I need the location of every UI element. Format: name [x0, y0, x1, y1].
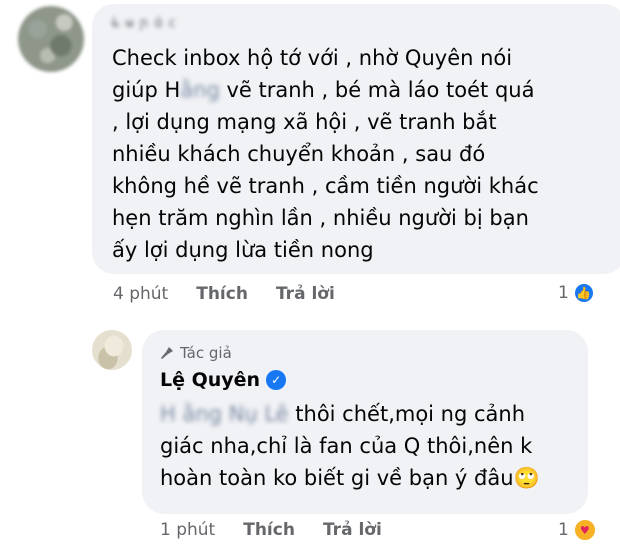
- reaction-summary[interactable]: 1 ♥: [558, 518, 597, 542]
- eye-roll-emoji: 🙄: [513, 466, 540, 490]
- reply-button[interactable]: Trả lời: [276, 284, 335, 304]
- author-badge: Tác giả: [160, 344, 232, 362]
- reply-author: Lệ Quyên ✓: [160, 369, 287, 391]
- comment-line: giúp Hằng vẽ tranh , bé mà láo toét quá: [112, 74, 612, 106]
- reply-author-name[interactable]: Lệ Quyên: [160, 369, 260, 391]
- text-segment: vẽ tranh , bé mà láo toét quá: [219, 78, 535, 102]
- comment-line: giác nha,chỉ là fan của Q thôi,nên k: [160, 434, 533, 458]
- care-icon: ♥: [572, 518, 597, 542]
- text-segment: giúp H: [112, 78, 181, 102]
- comment-text: Check inbox hộ tớ với , nhờ Quyên nói gi…: [112, 42, 612, 266]
- comment-author-name[interactable]: L̶ u̶ ɲ ɑ́ c: [112, 16, 177, 31]
- reply-button[interactable]: Trả lời: [323, 520, 382, 540]
- reply-actions: 1 phút Thích Trả lời: [160, 520, 410, 540]
- comment-line: H ằng Nụ Lê thôi chết,mọi ng cảnh: [160, 398, 580, 430]
- author-tag-label: Tác giả: [180, 344, 232, 362]
- text-segment: thôi chết,mọi ng cảnh: [288, 402, 526, 426]
- comment-line: hoàn toàn ko biết gi về bạn ý đâu🙄: [160, 462, 580, 494]
- blurred-mention[interactable]: H ằng Nụ Lê: [160, 398, 289, 430]
- reply-text: H ằng Nụ Lê thôi chết,mọi ng cảnh giác n…: [160, 398, 580, 494]
- blurred-name: ằng: [180, 78, 220, 102]
- comment-line: Check inbox hộ tớ với , nhờ Quyên nói: [112, 46, 513, 70]
- avatar[interactable]: [92, 330, 132, 370]
- comment-line: , lợi dụng mạng xã hội , vẽ tranh bắt: [112, 110, 497, 134]
- comment-line: nhiều khách chuyển khoản , sau đó: [112, 142, 486, 166]
- comment-timestamp[interactable]: 4 phút: [113, 284, 168, 304]
- comment-line: không hề vẽ tranh , cầm tiền người khác: [112, 174, 539, 198]
- like-icon: 👍: [572, 282, 595, 304]
- microphone-icon: [161, 347, 173, 359]
- reaction-count: 1: [558, 520, 569, 540]
- reaction-summary[interactable]: 1 👍: [558, 282, 595, 304]
- comment-line: hẹn trăm nghìn lần , nhiều người bị bạn: [112, 206, 529, 230]
- verified-badge-icon: ✓: [266, 370, 287, 390]
- comment-timestamp[interactable]: 1 phút: [160, 520, 215, 540]
- text-segment: hoàn toàn ko biết gi về bạn ý đâu: [160, 466, 514, 490]
- avatar[interactable]: [18, 6, 84, 72]
- comment-line: ấy lợi dụng lừa tiền nong: [112, 238, 374, 262]
- comment-actions: 4 phút Thích Trả lời: [113, 284, 363, 304]
- like-button[interactable]: Thích: [243, 520, 295, 540]
- reaction-count: 1: [558, 283, 569, 303]
- like-button[interactable]: Thích: [196, 284, 248, 304]
